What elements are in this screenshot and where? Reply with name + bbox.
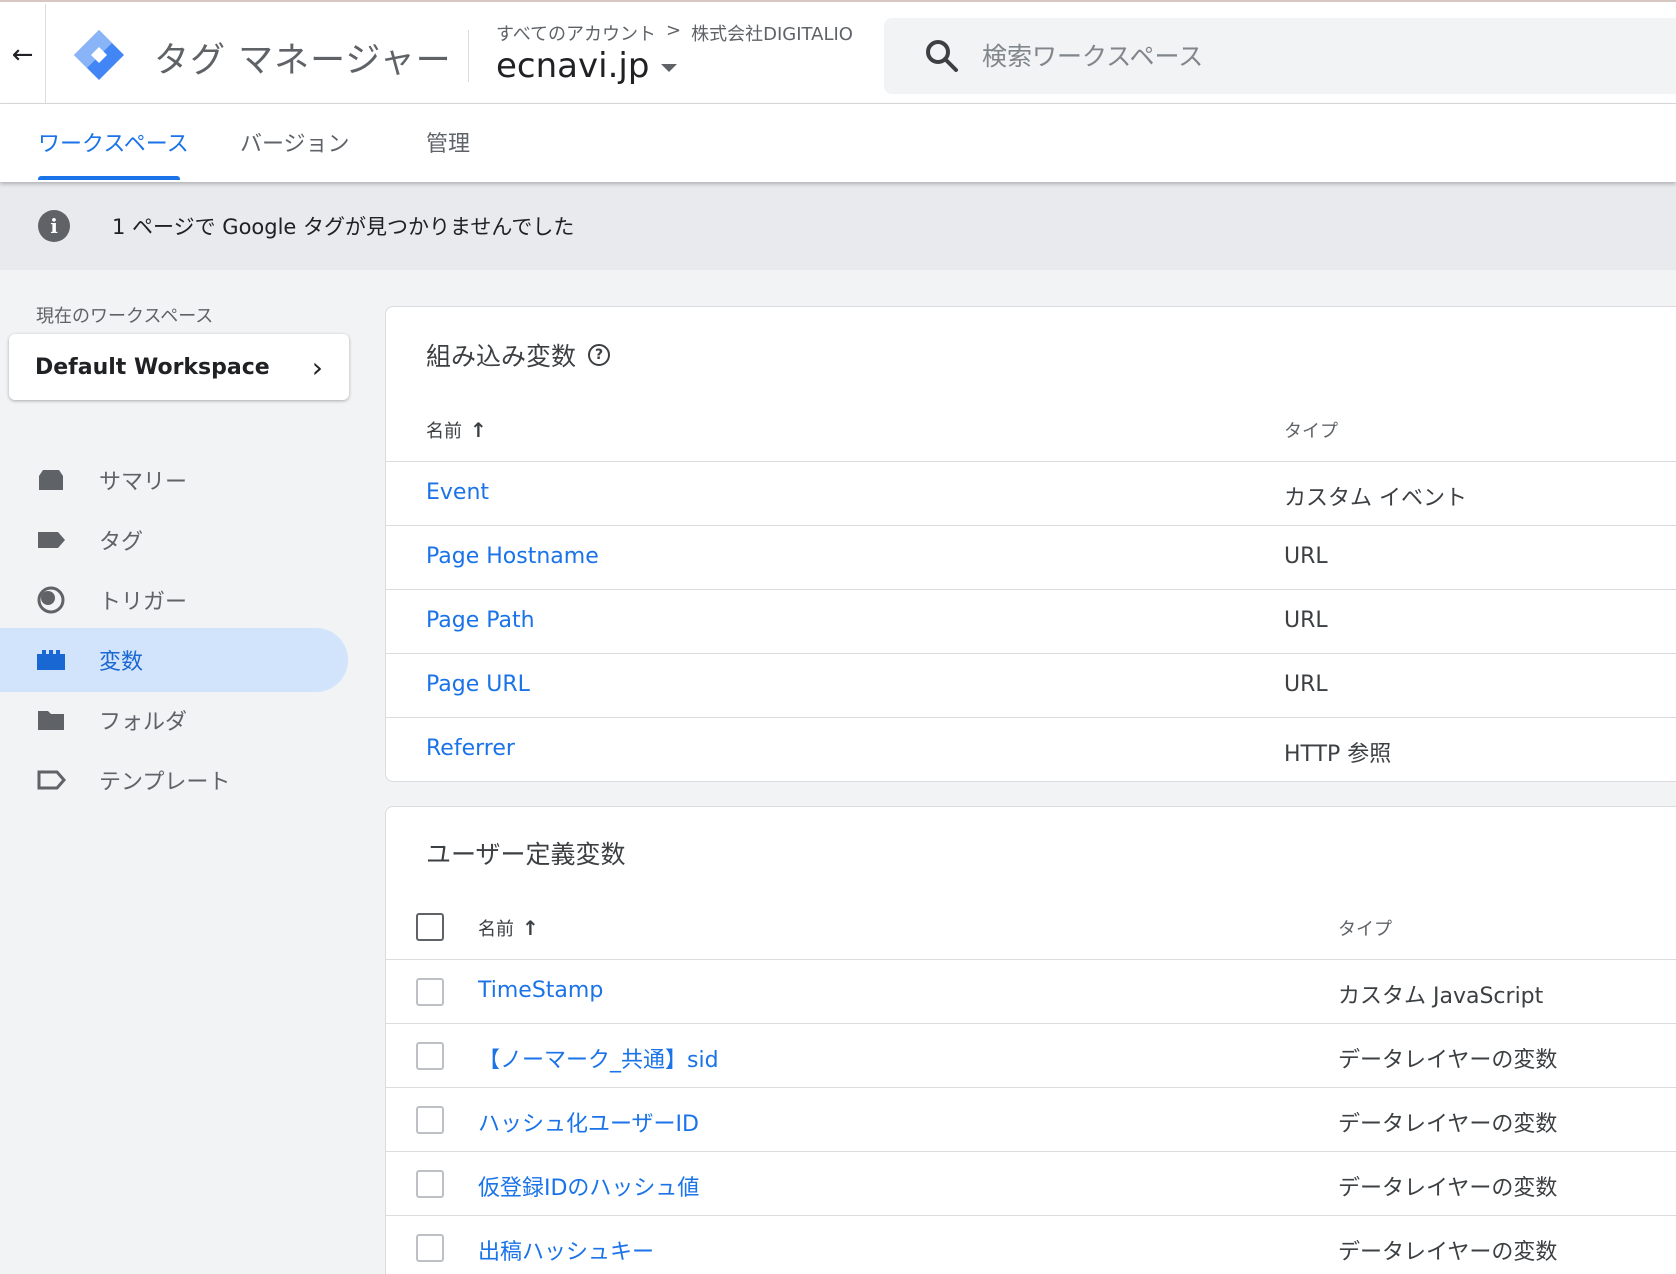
column-header-label: 名前 [426,421,462,442]
sidebar-item-tags[interactable]: タグ [0,508,348,572]
sort-arrow-up-icon: ↑ [470,418,487,442]
template-icon [37,770,66,790]
tab-versions[interactable]: バージョン [240,126,350,158]
summary-icon [39,470,63,490]
search-bar[interactable] [884,18,1676,94]
table-row: Event カスタム イベント [386,461,1676,525]
chevron-right-icon: › [311,350,323,384]
variable-type: カスタム JavaScript [1338,984,1544,1009]
table-row: 仮登録IDのハッシュ値 データレイヤーの変数 [386,1151,1676,1215]
column-header-name[interactable]: 名前 ↑ [478,915,539,941]
sort-arrow-up-icon: ↑ [522,916,539,940]
variable-name-link[interactable]: Event [426,480,489,505]
variable-type: データレイヤーの変数 [1338,1240,1558,1265]
container-name: ecnavi.jp [496,46,650,86]
row-checkbox[interactable] [416,1042,444,1070]
sidebar-item-label: テンプレート [99,770,231,795]
column-header-label: 名前 [478,919,514,940]
tag-manager-logo-icon [74,30,124,80]
variable-name-link[interactable]: 出稿ハッシュキー [478,1234,654,1266]
table-row: Page Hostname URL [386,525,1676,589]
sidebar: 現在のワークスペース Default Workspace › サマリー タグ ト… [0,270,360,1274]
breadcrumb-chevron-icon: > [666,20,682,41]
select-all-checkbox[interactable] [416,913,444,941]
sidebar-item-summary[interactable]: サマリー [0,448,348,512]
variable-name-link[interactable]: TimeStamp [478,978,603,1003]
card-title-text: 組み込み変数 [426,342,577,371]
variable-name-link[interactable]: Page URL [426,672,530,697]
sidebar-item-folders[interactable]: フォルダ [0,688,348,752]
sidebar-item-templates[interactable]: テンプレート [0,748,348,812]
user-defined-variables-card: ユーザー定義変数 名前 ↑ タイプ TimeStamp カスタム JavaScri… [385,806,1676,1274]
table-row: Referrer HTTP 参照 [386,717,1676,781]
column-header-type: タイプ [1338,919,1392,940]
sidebar-item-triggers[interactable]: トリガー [0,568,348,632]
variable-name-link[interactable]: 【ノーマーク_共通】sid [478,1042,719,1074]
table-row: Page Path URL [386,589,1676,653]
tab-workspace[interactable]: ワークスペース [38,126,189,158]
tab-bar: ワークスペース バージョン 管理 [0,104,1676,182]
sidebar-item-label: サマリー [99,470,188,495]
workspace-selector[interactable]: Default Workspace › [9,334,349,400]
variable-icon [37,650,65,670]
variable-name-link[interactable]: ハッシュ化ユーザーID [478,1106,699,1138]
variable-type: URL [1284,608,1328,633]
info-icon: i [38,210,70,242]
variable-name-link[interactable]: Referrer [426,736,515,761]
current-workspace-label: 現在のワークスペース [36,306,214,327]
breadcrumb: すべてのアカウント > 株式会社DIGITALIO [496,20,853,46]
workspace-name: Default Workspace [35,354,270,380]
sidebar-item-label: フォルダ [99,710,188,735]
help-icon[interactable]: ? [588,344,611,366]
column-header-name[interactable]: 名前 ↑ [426,417,487,443]
variable-type: データレイヤーの変数 [1338,1176,1558,1201]
sidebar-item-variables[interactable]: 変数 [0,628,348,692]
variable-type: URL [1284,672,1328,697]
variable-name-link[interactable]: Page Path [426,608,535,633]
variable-type: カスタム イベント [1284,486,1467,511]
row-checkbox[interactable] [416,978,444,1006]
table-row: 【ノーマーク_共通】sid データレイヤーの変数 [386,1023,1676,1087]
sidebar-item-label: 変数 [99,650,144,675]
row-checkbox[interactable] [416,1234,444,1262]
column-header-type: タイプ [1284,421,1338,442]
variable-name-link[interactable]: Page Hostname [426,544,599,569]
builtin-variables-card: 組み込み変数 ? 名前 ↑ タイプ Event カスタム イベント Page Ho… [385,306,1676,782]
breadcrumb-all-accounts[interactable]: すべてのアカウント [496,20,656,46]
variable-type: URL [1284,544,1328,569]
row-checkbox[interactable] [416,1106,444,1134]
breadcrumb-account[interactable]: 株式会社DIGITALIO [691,20,853,46]
active-tab-indicator [38,176,180,180]
tag-icon [38,532,65,548]
variable-type: HTTP 参照 [1284,742,1392,767]
search-icon [926,40,958,72]
notice-banner: i 1 ページで Google タグが見つかりませんでした [0,182,1676,270]
table-row: TimeStamp カスタム JavaScript [386,959,1676,1023]
variable-type: データレイヤーの変数 [1338,1112,1558,1137]
sidebar-item-label: トリガー [99,590,188,615]
dropdown-caret-icon [661,64,678,72]
trigger-icon [37,586,65,614]
user-defined-variables-title: ユーザー定義変数 [426,840,626,869]
product-name: タグ マネージャー [154,41,452,81]
table-row: 出稿ハッシュキー データレイヤーの変数 [386,1215,1676,1274]
header-divider [468,30,469,82]
back-arrow-icon[interactable]: ← [0,4,46,106]
table-row: Page URL URL [386,653,1676,717]
table-row: ハッシュ化ユーザーID データレイヤーの変数 [386,1087,1676,1151]
top-bar: ← タグ マネージャー すべてのアカウント > 株式会社DIGITALIO ec… [0,0,1676,106]
row-checkbox[interactable] [416,1170,444,1198]
builtin-variables-title: 組み込み変数 ? [426,337,611,373]
folder-icon [38,711,64,730]
sidebar-item-label: タグ [99,530,144,555]
container-selector[interactable]: ecnavi.jp [496,46,678,86]
variable-type: データレイヤーの変数 [1338,1048,1558,1073]
variable-name-link[interactable]: 仮登録IDのハッシュ値 [478,1170,699,1202]
banner-message: 1 ページで Google タグが見つかりませんでした [112,215,575,239]
search-input[interactable] [982,41,1482,71]
tab-admin[interactable]: 管理 [426,126,470,158]
